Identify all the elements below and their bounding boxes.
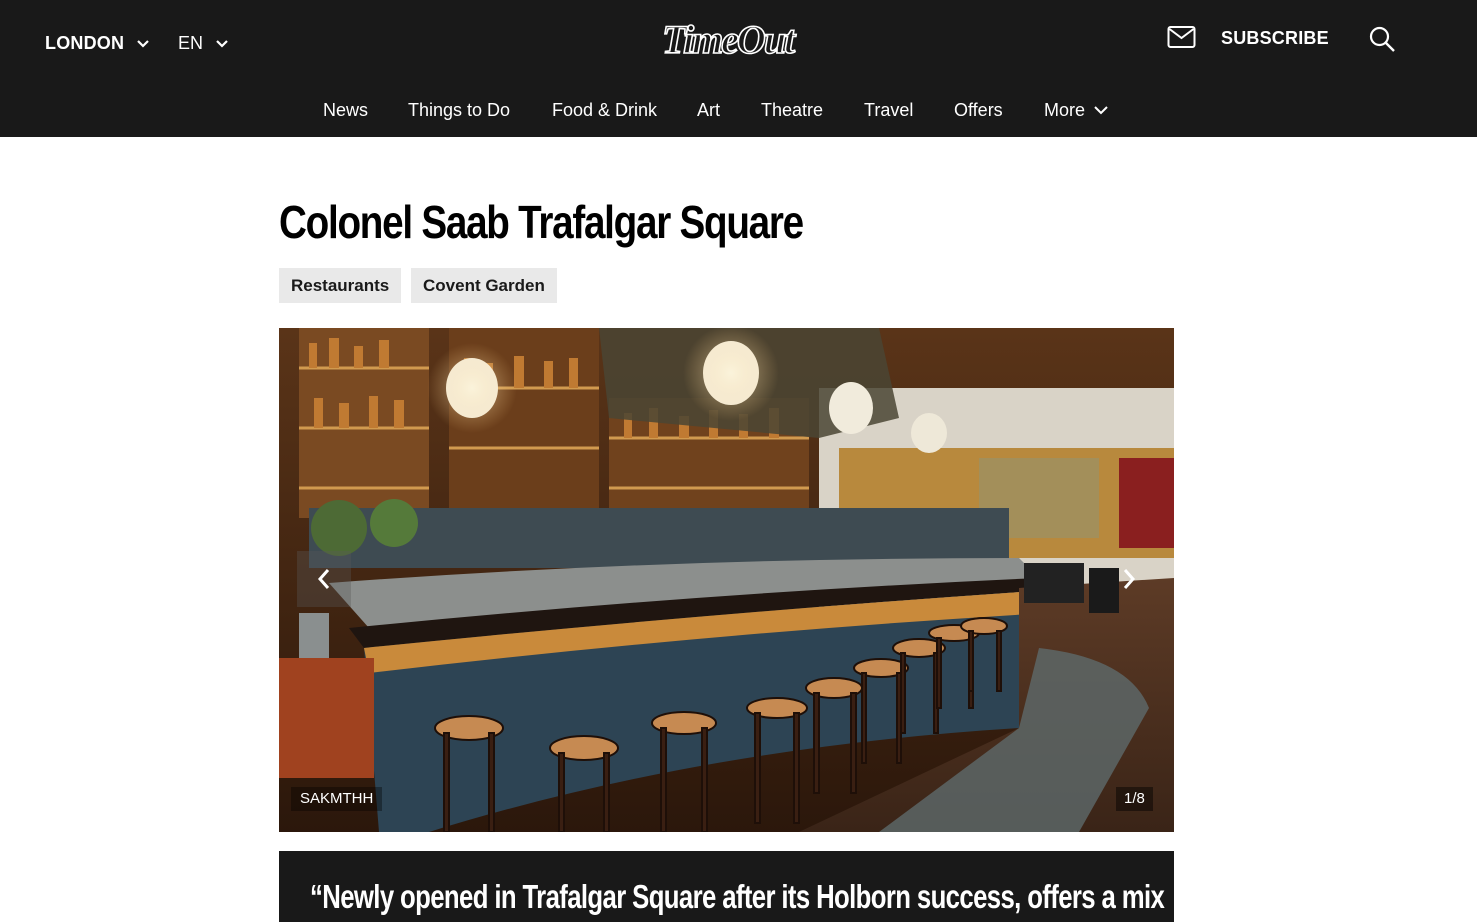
nav-item-more[interactable]: More [1044,96,1109,124]
mail-icon[interactable] [1167,25,1196,49]
subscribe-link[interactable]: SUBSCRIBE [1221,27,1329,49]
chevron-left-icon [317,569,330,589]
page-title: Colonel Saab Trafalgar Square [279,196,804,248]
nav-item-travel[interactable]: Travel [864,96,913,124]
nav-item-offers[interactable]: Offers [954,96,1003,124]
image-gallery: SAKMTHH 1/8 [279,328,1174,832]
gallery-prev-button[interactable] [297,551,351,607]
gallery-photo [279,328,1174,832]
nav-item-art[interactable]: Art [697,96,720,124]
chevron-down-icon [215,36,229,50]
nav-item-theatre[interactable]: Theatre [761,96,823,124]
location-label: LONDON [45,32,125,53]
main-nav: News Things to Do Food & Drink Art Theat… [0,96,1477,124]
nav-item-things-to-do[interactable]: Things to Do [408,96,510,124]
gallery-counter: 1/8 [1116,787,1153,811]
chevron-down-icon [136,36,150,50]
chevron-down-icon [1093,102,1109,118]
gallery-next-button[interactable] [1102,551,1156,607]
chevron-right-icon [1123,569,1136,589]
language-label: EN [178,32,204,53]
tag-covent-garden[interactable]: Covent Garden [411,268,557,303]
review-quote: “Newly opened in Trafalgar Square after … [279,851,1174,922]
timeout-logo[interactable]: TimeOut [661,12,796,68]
search-icon[interactable] [1369,26,1396,53]
tag-restaurants[interactable]: Restaurants [279,268,402,303]
logo-text: TimeOut [661,16,796,63]
site-header: LONDON EN TimeOut SUBSCRIBE News Things … [0,0,1477,137]
nav-item-food-drink[interactable]: Food & Drink [552,96,657,124]
photo-credit: SAKMTHH [291,787,383,811]
location-selector[interactable]: LONDON [45,31,150,55]
nav-more-label: More [1044,100,1086,120]
quote-text: “Newly opened in Trafalgar Square after … [310,878,1165,915]
language-selector[interactable]: EN [178,31,229,55]
nav-item-news[interactable]: News [323,96,368,124]
